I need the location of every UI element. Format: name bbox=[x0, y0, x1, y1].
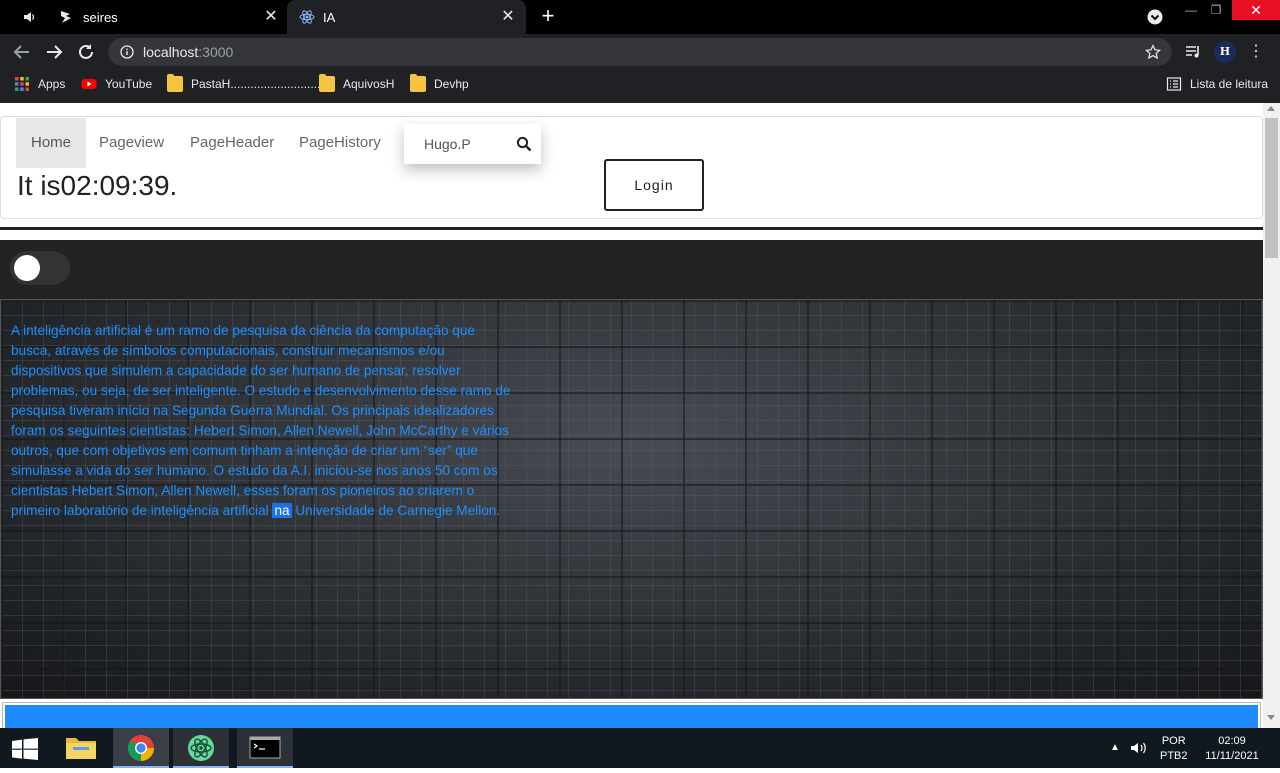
browser-menu-icon[interactable]: ⋮ bbox=[1246, 42, 1266, 62]
bookmark-label: Devhp bbox=[434, 77, 469, 91]
forward-arrow-icon[interactable] bbox=[43, 41, 65, 63]
url-host: localhost bbox=[143, 44, 199, 60]
bookmark-aquivosh[interactable]: AquivosH bbox=[319, 74, 395, 92]
reload-icon[interactable] bbox=[75, 41, 97, 63]
navbar: Home Pageview PageHeader PageHistory It … bbox=[0, 116, 1263, 219]
speaker-icon[interactable] bbox=[22, 10, 36, 24]
tray-chevron-up-icon[interactable]: ▲ bbox=[1110, 742, 1120, 753]
bookmark-label: YouTube bbox=[105, 77, 153, 91]
tab-strip: seires ✕ IA ✕ + — ❐ ✕ bbox=[0, 0, 1280, 34]
scroll-down-arrow-icon[interactable] bbox=[1267, 715, 1275, 720]
page-viewport: Home Pageview PageHeader PageHistory It … bbox=[0, 103, 1263, 728]
taskbar-atom[interactable] bbox=[173, 728, 229, 768]
hero-section: A inteligência artificial é um ramo de p… bbox=[0, 299, 1263, 699]
bookmark-label: Apps bbox=[38, 77, 66, 91]
bookmark-apps[interactable]: Apps bbox=[14, 76, 65, 92]
youtube-icon bbox=[81, 79, 97, 89]
folder-explorer-icon bbox=[66, 738, 96, 759]
minimize-button[interactable]: — bbox=[1180, 0, 1202, 20]
taskbar-time: 02:09 bbox=[1218, 735, 1246, 747]
chrome-icon bbox=[127, 735, 155, 762]
maximize-button[interactable]: ❐ bbox=[1205, 0, 1227, 20]
url-port: :3000 bbox=[198, 44, 234, 60]
bookmarks-bar: Apps YouTube PastaH.....................… bbox=[0, 70, 1280, 98]
tab-title: seires bbox=[83, 10, 118, 25]
terminal-icon bbox=[249, 736, 281, 759]
tab-seires[interactable]: seires ✕ bbox=[0, 0, 287, 34]
search-box bbox=[404, 124, 541, 164]
back-arrow-icon[interactable] bbox=[11, 41, 33, 63]
site-favicon-icon bbox=[61, 11, 71, 23]
hero-paragraph: A inteligência artificial é um ramo de p… bbox=[11, 321, 516, 521]
reading-list-icon bbox=[1166, 77, 1182, 91]
nav-pagehistory[interactable]: PageHistory bbox=[284, 118, 396, 168]
bookmark-youtube[interactable]: YouTube bbox=[81, 76, 152, 92]
tab-title: IA bbox=[323, 10, 336, 25]
info-icon[interactable] bbox=[120, 45, 134, 59]
nav-pageheader[interactable]: PageHeader bbox=[175, 118, 289, 168]
reading-list-label: Lista de leitura bbox=[1190, 77, 1269, 91]
taskbar-file-explorer[interactable] bbox=[53, 728, 109, 768]
atom-icon bbox=[188, 735, 214, 761]
windows-start-icon[interactable] bbox=[11, 738, 39, 760]
taskbar-chrome[interactable] bbox=[113, 728, 169, 768]
toggle-knob[interactable] bbox=[14, 255, 40, 281]
tab-ia[interactable]: IA ✕ bbox=[287, 0, 526, 34]
scroll-up-arrow-icon[interactable] bbox=[1267, 106, 1275, 111]
blue-panel bbox=[2, 702, 1261, 728]
profile-avatar[interactable]: H bbox=[1214, 41, 1236, 63]
bookmark-pastah[interactable]: PastaH.............................. bbox=[167, 74, 331, 92]
login-button[interactable]: Login bbox=[604, 159, 704, 211]
folder-icon bbox=[167, 74, 183, 92]
search-icon[interactable] bbox=[516, 136, 532, 152]
theme-toggle[interactable] bbox=[10, 251, 70, 285]
scrollbar-thumb[interactable] bbox=[1265, 118, 1278, 258]
react-icon bbox=[299, 10, 315, 24]
lang-line2: PTB2 bbox=[1160, 750, 1188, 762]
search-input[interactable] bbox=[404, 124, 509, 164]
apps-grid-icon bbox=[15, 77, 29, 91]
folder-icon bbox=[319, 74, 335, 92]
input-language-indicator[interactable]: POR PTB2 bbox=[1160, 734, 1188, 764]
browser-toolbar: localhost:3000 bbox=[0, 34, 1280, 70]
hero-text-selection: na bbox=[272, 503, 292, 518]
url-text[interactable]: localhost:3000 bbox=[143, 44, 233, 60]
divider-line bbox=[0, 227, 1263, 230]
windows-taskbar: ▲ POR PTB2 02:09 11/11/2021 bbox=[0, 728, 1280, 768]
folder-icon bbox=[410, 74, 426, 92]
taskbar-command-prompt[interactable] bbox=[237, 728, 293, 768]
nav-home[interactable]: Home bbox=[16, 118, 87, 168]
chevron-down-circle-icon[interactable] bbox=[1147, 9, 1163, 25]
tab-close-icon[interactable]: ✕ bbox=[499, 8, 517, 26]
hero-text-end: Universidade de Carnegie Mellon. bbox=[295, 503, 501, 518]
page-scrollbar[interactable] bbox=[1263, 103, 1280, 728]
taskbar-date: 11/11/2021 bbox=[1205, 750, 1259, 762]
bookmark-star-icon[interactable] bbox=[1145, 44, 1161, 60]
hero-text-main: A inteligência artificial é um ramo de p… bbox=[11, 323, 511, 518]
taskbar-clock[interactable]: 02:09 11/11/2021 bbox=[1202, 734, 1262, 764]
lang-line1: POR bbox=[1161, 735, 1186, 747]
volume-icon[interactable] bbox=[1130, 740, 1148, 756]
new-tab-button[interactable]: + bbox=[537, 5, 559, 27]
theme-toggle-bar bbox=[0, 240, 1263, 300]
bookmark-devhp[interactable]: Devhp bbox=[410, 74, 469, 92]
bookmark-label: PastaH.............................. bbox=[191, 77, 331, 91]
clock-text: It is02:09:39. bbox=[17, 170, 178, 201]
media-playlist-icon[interactable] bbox=[1184, 43, 1202, 61]
window-close-button[interactable]: ✕ bbox=[1232, 0, 1280, 20]
tab-close-icon[interactable]: ✕ bbox=[262, 8, 280, 26]
reading-list-button[interactable]: Lista de leitura bbox=[1166, 76, 1268, 92]
address-bar[interactable]: localhost:3000 bbox=[108, 38, 1172, 66]
nav-pageview[interactable]: Pageview bbox=[84, 118, 179, 168]
bookmark-label: AquivosH bbox=[343, 77, 395, 91]
